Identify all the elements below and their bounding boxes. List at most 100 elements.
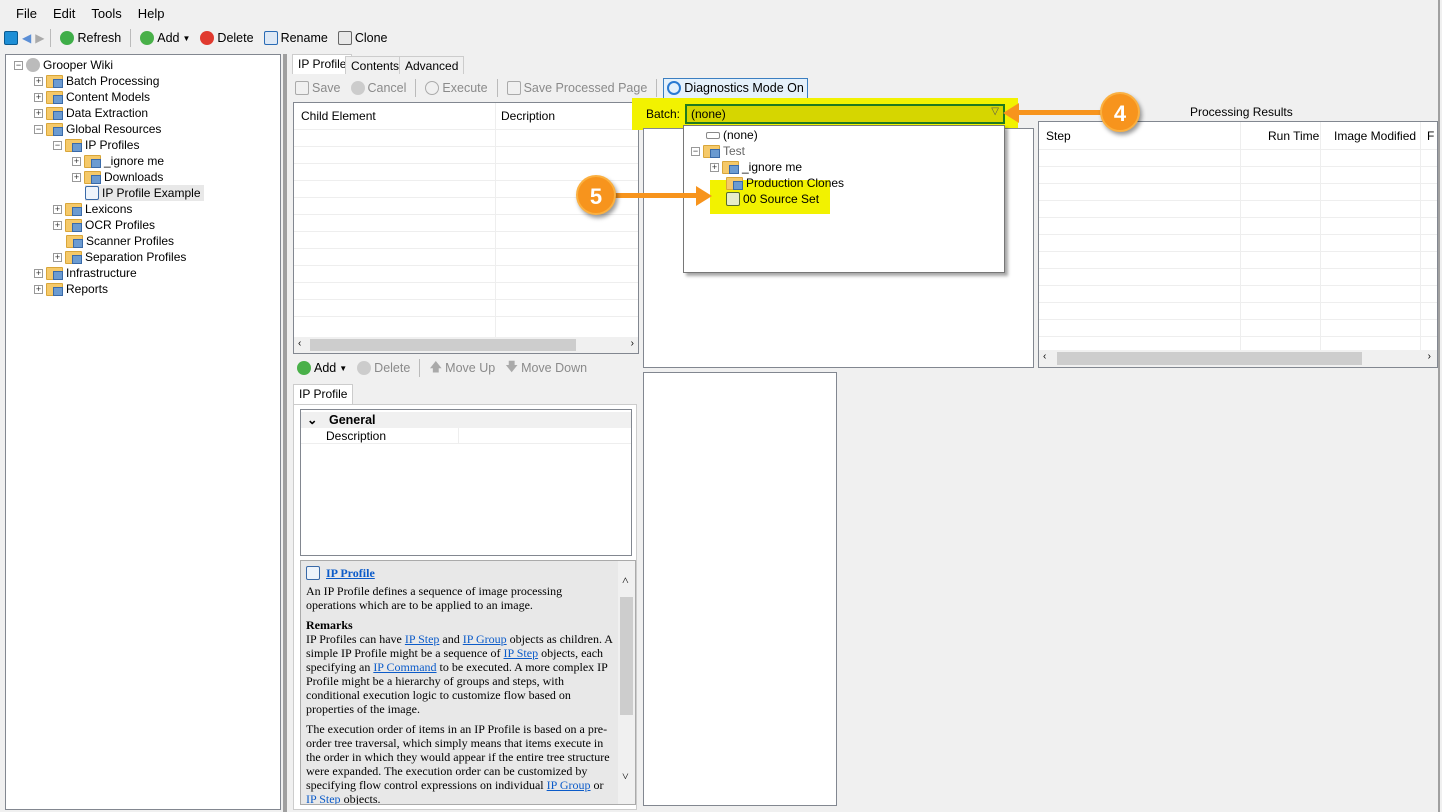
folder-icon xyxy=(84,170,101,184)
cancel-label: Cancel xyxy=(367,81,407,95)
tree-item-ocr-profiles[interactable]: + OCR Profiles xyxy=(53,217,155,233)
scrollbar-thumb[interactable] xyxy=(620,597,633,715)
column-f[interactable]: F xyxy=(1427,129,1434,143)
collapse-icon[interactable]: − xyxy=(691,146,700,156)
save-button[interactable]: Save xyxy=(292,81,344,95)
move-down-button[interactable]: 🡇 Move Down xyxy=(502,358,590,379)
refresh-label: Refresh xyxy=(77,31,122,45)
tree-root[interactable]: − Grooper Wiki xyxy=(14,57,113,73)
tree-item-infrastructure[interactable]: + Infrastructure xyxy=(34,265,137,281)
expand-icon[interactable]: + xyxy=(34,76,43,86)
splitter[interactable] xyxy=(283,54,287,812)
tree-label: IP Profile Example xyxy=(102,186,201,200)
tree-item-downloads[interactable]: + Downloads xyxy=(72,169,163,185)
tree-item-scanner-profiles[interactable]: Scanner Profiles xyxy=(66,233,174,249)
tree-item-lexicons[interactable]: + Lexicons xyxy=(53,201,132,217)
tab-ip-profile[interactable]: IP Profile xyxy=(292,54,353,74)
move-up-button[interactable]: 🡅 Move Up xyxy=(426,358,498,379)
ip-step-link[interactable]: IP Step xyxy=(504,646,539,660)
refresh-button[interactable]: Refresh xyxy=(57,31,124,45)
expand-icon[interactable]: + xyxy=(53,252,62,262)
expand-icon[interactable]: + xyxy=(72,172,81,182)
column-description[interactable]: Decription xyxy=(501,109,555,123)
collapse-icon[interactable]: − xyxy=(34,124,43,134)
tree-item-ip-profiles[interactable]: − IP Profiles xyxy=(53,137,139,153)
expand-icon[interactable]: + xyxy=(53,220,62,230)
tree-item-separation-profiles[interactable]: + Separation Profiles xyxy=(53,249,186,265)
column-run-time[interactable]: Run Time xyxy=(1268,129,1319,143)
expand-icon[interactable]: + xyxy=(34,268,43,278)
menu-file[interactable]: File xyxy=(8,6,45,21)
ip-group-link[interactable]: IP Group xyxy=(463,632,507,646)
batch-option-ignore-me[interactable]: + _ignore me xyxy=(710,159,802,175)
property-row-description[interactable]: Description xyxy=(301,428,631,444)
diagnostics-mode-button[interactable]: Diagnostics Mode On xyxy=(663,77,808,99)
menu-help[interactable]: Help xyxy=(130,6,173,21)
tree-item-reports[interactable]: + Reports xyxy=(34,281,108,297)
batch-option-none[interactable]: (none) xyxy=(706,127,758,143)
help-panel: IP Profile An IP Profile defines a seque… xyxy=(300,560,636,805)
forward-icon[interactable]: ▶ xyxy=(35,31,44,45)
folder-icon xyxy=(65,250,82,264)
rename-button[interactable]: Rename xyxy=(261,31,331,45)
tree-item-ignore-me[interactable]: + _ignore me xyxy=(72,153,164,169)
delete-child-button[interactable]: Delete xyxy=(354,361,413,375)
vertical-scrollbar[interactable]: ˄ ˅ xyxy=(618,561,635,804)
ip-step-link[interactable]: IP Step xyxy=(405,632,440,646)
collapse-icon[interactable]: − xyxy=(14,60,23,70)
back-icon[interactable]: ◀ xyxy=(22,31,31,45)
ip-step-link[interactable]: IP Step xyxy=(306,792,341,804)
processing-results-grid: Step Run Time Image Modified F ‹ › xyxy=(1038,121,1438,368)
expand-icon[interactable]: + xyxy=(34,284,43,294)
tree-item-data-extraction[interactable]: + Data Extraction xyxy=(34,105,148,121)
batch-select[interactable]: (none) ▽ xyxy=(685,104,1005,124)
add-child-button[interactable]: Add ▼ xyxy=(294,361,350,375)
batch-option-test[interactable]: − Test xyxy=(691,143,745,159)
save-processed-page-button[interactable]: Save Processed Page xyxy=(504,81,651,95)
scroll-up-icon[interactable]: ˄ xyxy=(622,573,629,587)
expand-icon[interactable]: + xyxy=(34,92,43,102)
rename-label: Rename xyxy=(280,31,328,45)
expand-icon[interactable]: + xyxy=(72,156,81,166)
tree-item-global-resources[interactable]: − Global Resources xyxy=(34,121,161,137)
scrollbar-thumb[interactable] xyxy=(1057,352,1362,365)
tree-item-ip-profile-example[interactable]: IP Profile Example xyxy=(85,185,204,201)
column-step[interactable]: Step xyxy=(1046,129,1071,143)
delete-button[interactable]: Delete xyxy=(197,31,256,45)
tree-item-batch-processing[interactable]: + Batch Processing xyxy=(34,73,159,89)
navigate-icon[interactable] xyxy=(4,31,18,45)
batch-option-production-clones[interactable]: Production Clones xyxy=(726,175,844,191)
expand-icon[interactable]: + xyxy=(53,204,62,214)
tree-label: OCR Profiles xyxy=(85,218,156,232)
ip-group-link[interactable]: IP Group xyxy=(547,778,591,792)
menu-tools[interactable]: Tools xyxy=(83,6,129,21)
tree-label: Global Resources xyxy=(66,122,162,136)
tree-item-content-models[interactable]: + Content Models xyxy=(34,89,150,105)
folder-icon xyxy=(46,90,63,104)
column-image-modified[interactable]: Image Modified xyxy=(1334,129,1416,143)
collapse-icon[interactable]: − xyxy=(53,140,62,150)
expand-icon[interactable]: + xyxy=(34,108,43,118)
ip-command-link[interactable]: IP Command xyxy=(373,660,436,674)
tab-ip-profile-properties[interactable]: IP Profile xyxy=(293,384,354,405)
arrowhead-icon xyxy=(1003,103,1019,123)
add-button[interactable]: Add ▼ xyxy=(137,31,193,45)
horizontal-scrollbar[interactable]: ‹ › xyxy=(294,337,638,353)
execute-button[interactable]: Execute xyxy=(422,81,490,95)
dropdown-icon[interactable]: ▽ xyxy=(991,106,999,117)
expand-icon[interactable]: + xyxy=(710,162,719,172)
scroll-down-icon[interactable]: ˅ xyxy=(622,769,629,783)
category-general[interactable]: ⌄ General xyxy=(301,412,631,428)
cancel-button[interactable]: Cancel xyxy=(348,81,410,95)
tree-label: Infrastructure xyxy=(66,266,137,280)
batch-option-00-source-set[interactable]: 00 Source Set xyxy=(726,191,819,207)
help-title-link[interactable]: IP Profile xyxy=(326,566,375,580)
clone-button[interactable]: Clone xyxy=(335,31,391,45)
column-child-element[interactable]: Child Element xyxy=(301,109,376,123)
scrollbar-thumb[interactable] xyxy=(310,339,576,351)
tab-contents[interactable]: Contents xyxy=(345,56,406,74)
horizontal-scrollbar[interactable]: ‹ › xyxy=(1039,350,1437,367)
menu-edit[interactable]: Edit xyxy=(45,6,83,21)
folder-icon xyxy=(65,138,82,152)
tab-advanced[interactable]: Advanced xyxy=(399,56,465,74)
